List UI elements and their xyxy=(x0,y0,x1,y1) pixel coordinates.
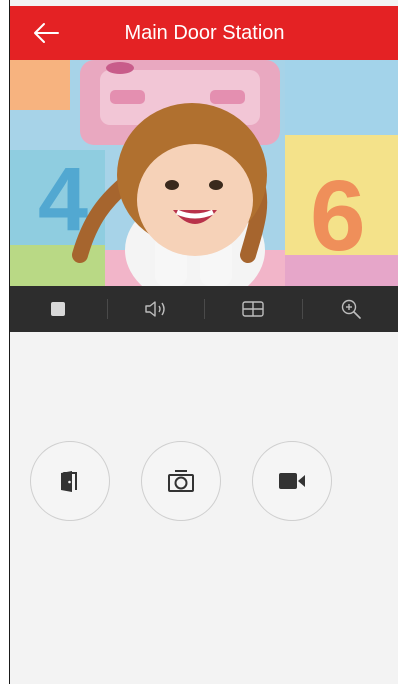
action-buttons xyxy=(30,441,350,523)
video-record-icon xyxy=(279,473,305,489)
page-title: Main Door Station xyxy=(124,22,285,44)
speaker-icon xyxy=(145,301,165,317)
app-header: Main Door Station xyxy=(10,6,398,60)
zoom-in-icon xyxy=(341,299,361,319)
stop-button[interactable] xyxy=(10,286,107,332)
unlock-door-button[interactable] xyxy=(30,441,110,521)
record-button[interactable] xyxy=(252,441,332,521)
video-frame-image: 4 6 xyxy=(10,60,398,286)
capture-button[interactable] xyxy=(141,441,221,521)
live-video-view[interactable]: 4 6 xyxy=(10,60,398,286)
arrow-left-icon xyxy=(34,23,59,43)
floor-digit-6: 6 xyxy=(310,160,366,272)
audio-button[interactable] xyxy=(108,286,205,332)
app-frame: Main Door Station 4 6 xyxy=(9,0,398,684)
stop-icon xyxy=(51,302,66,316)
back-button[interactable] xyxy=(26,17,66,49)
door-open-icon xyxy=(61,471,77,492)
camera-snapshot-icon xyxy=(168,470,194,492)
zoom-button[interactable] xyxy=(303,286,398,332)
split-view-button[interactable] xyxy=(205,286,302,332)
split-view-icon xyxy=(242,301,264,317)
video-toolbar xyxy=(10,286,398,332)
